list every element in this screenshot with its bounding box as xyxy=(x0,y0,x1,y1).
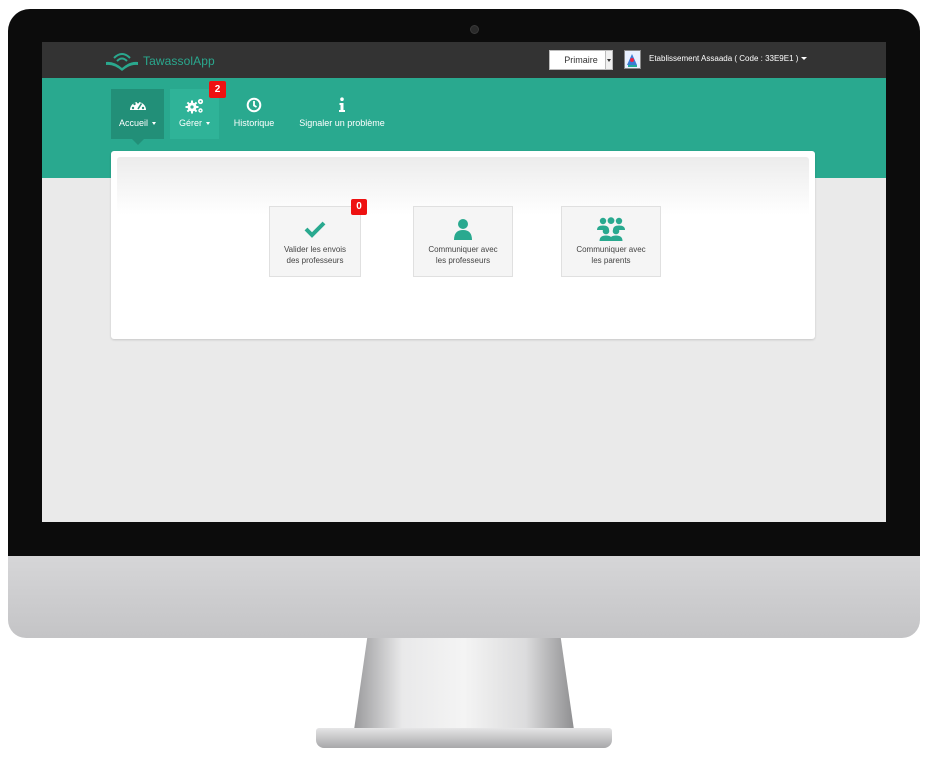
tile-label-line1: Valider les envois xyxy=(283,245,347,254)
select-arrow-icon xyxy=(605,50,613,70)
dashboard-panel: Valider les envois des professeurs 0 Com… xyxy=(111,151,815,339)
menu-item-accueil[interactable]: Accueil xyxy=(111,89,164,145)
user-icon xyxy=(454,219,472,240)
menu-label-historique: Historique xyxy=(233,118,275,128)
brand-name: TawassolApp xyxy=(143,54,215,68)
users-group-icon xyxy=(597,217,625,241)
top-navbar: TawassolApp Primaire Etablissement Assaa… xyxy=(42,42,886,78)
monitor-foot xyxy=(316,728,612,748)
dashboard-icon xyxy=(129,101,146,110)
brand-link[interactable]: TawassolApp xyxy=(104,49,215,73)
app-screen: TawassolApp Primaire Etablissement Assaa… xyxy=(42,42,886,522)
tile-label-line2: les professeurs xyxy=(435,256,491,265)
tile-label-line2: les parents xyxy=(591,256,631,265)
level-select-value: Primaire xyxy=(564,55,598,65)
caret-down-icon xyxy=(801,57,808,60)
menu-item-signaler[interactable]: Signaler un problème xyxy=(292,89,392,139)
tile-label-line2: des professeurs xyxy=(286,256,344,265)
school-dropdown[interactable]: Etablissement Assaada ( Code : 33E9E1 ) xyxy=(649,54,808,63)
validate-count-badge: 0 xyxy=(351,199,367,215)
check-icon xyxy=(304,221,326,238)
level-select[interactable]: Primaire xyxy=(549,50,613,70)
tile-label-line1: Communiquer avec xyxy=(576,245,646,254)
menu-label-signaler: Signaler un problème xyxy=(299,118,385,128)
tile-label-line1: Communiquer avec xyxy=(428,245,498,254)
clock-icon xyxy=(246,97,262,113)
caret-down-icon xyxy=(206,121,210,125)
info-icon xyxy=(339,97,345,112)
gerer-notification-badge: 2 xyxy=(209,81,226,98)
menu-label-accueil: Accueil xyxy=(118,118,148,128)
school-label: Etablissement Assaada ( Code : 33E9E1 ) xyxy=(649,54,799,63)
school-logo-icon xyxy=(624,50,641,69)
open-book-wifi-logo-icon xyxy=(106,53,138,71)
caret-down-icon xyxy=(152,121,156,125)
tile-validate-submissions[interactable]: Valider les envois des professeurs xyxy=(269,206,361,277)
menu-label-gerer: Gérer xyxy=(178,118,202,128)
tile-contact-parents[interactable]: Communiquer avec les parents xyxy=(561,206,661,277)
menu-item-historique[interactable]: Historique xyxy=(227,89,281,139)
tile-contact-teachers[interactable]: Communiquer avec les professeurs xyxy=(413,206,513,277)
monitor-stand xyxy=(354,638,574,730)
camera-dot xyxy=(470,25,479,34)
cogs-icon xyxy=(185,98,203,114)
monitor-chin xyxy=(8,556,920,638)
